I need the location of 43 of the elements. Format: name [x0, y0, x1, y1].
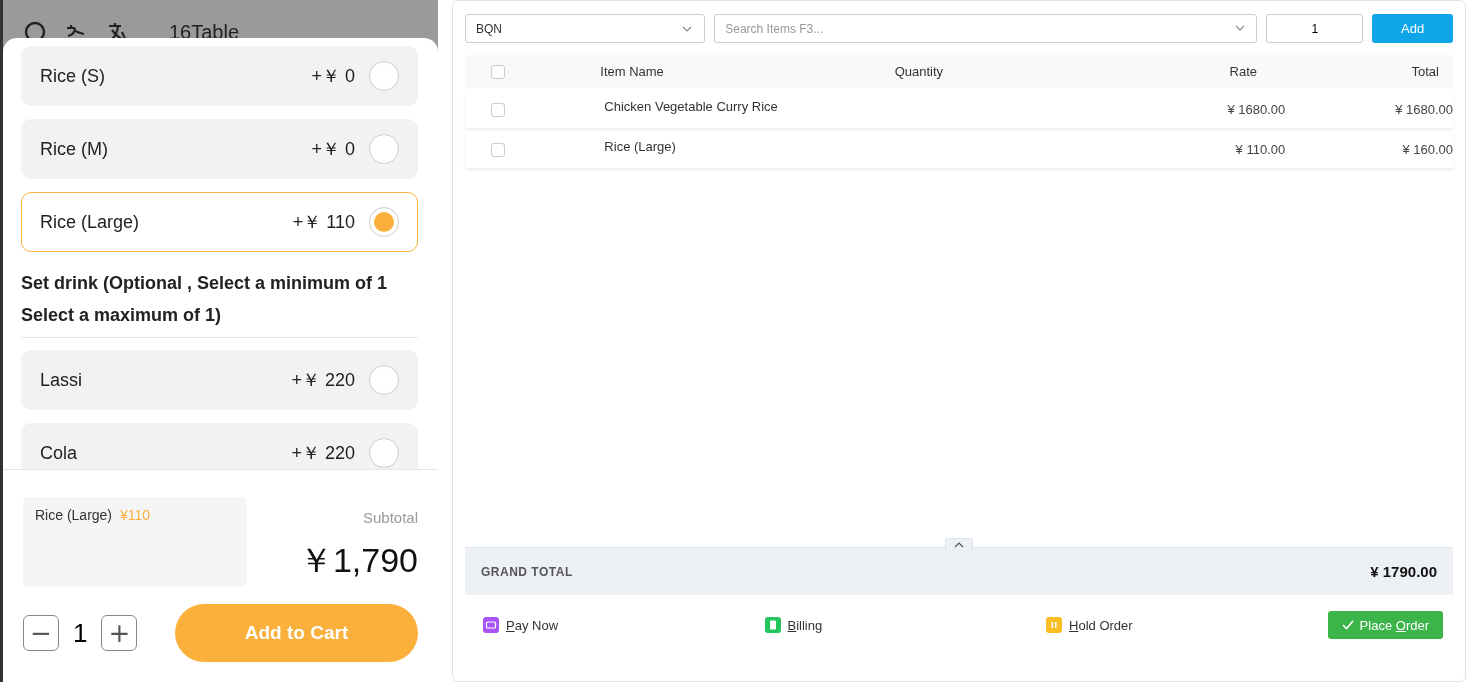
- action-icon: [764, 617, 781, 633]
- action-icon: [483, 617, 499, 633]
- action-link[interactable]: Billing: [787, 617, 823, 633]
- item-name: Chicken Vegetable Curry Rice: [603, 99, 779, 114]
- search-icon[interactable]: [23, 20, 47, 38]
- collapse-button[interactable]: [945, 538, 973, 551]
- chevron-icon: [682, 25, 693, 32]
- grand-total-label: GRAND TOTAL: [481, 564, 573, 579]
- column-header: Quantity: [893, 64, 945, 79]
- grand-total-value: ¥ 1790.00: [1370, 563, 1437, 580]
- option-item[interactable]: Rice (M) +￥ 0: [21, 119, 418, 179]
- option-item[interactable]: Cola +￥ 220: [21, 423, 418, 469]
- section-title: Set drink (Optional , Select a minimum of 1 Select a maximum of 1): [21, 272, 389, 327]
- column-header: Item Name: [599, 64, 665, 79]
- rate-cell-text: ¥ 110.00: [1234, 142, 1286, 157]
- customer-select[interactable]: BQN: [465, 14, 706, 43]
- option-item[interactable]: Rice (Large) +￥ 110: [21, 192, 418, 252]
- column-header: Rate: [1228, 64, 1259, 79]
- summary-price: ¥110: [120, 507, 151, 523]
- quantity-value: 1: [73, 617, 88, 649]
- increase-button[interactable]: +: [101, 615, 138, 651]
- action-icon: [1046, 617, 1063, 633]
- rate-cell-text: ¥ 1680.00: [1226, 102, 1286, 117]
- item-name: Rice (Large): [603, 139, 677, 154]
- option-item[interactable]: Lassi +￥ 220: [21, 350, 418, 410]
- action-link[interactable]: Pay Now: [506, 617, 559, 633]
- action-link[interactable]: Hold Order: [1069, 617, 1133, 633]
- row-checkbox[interactable]: [490, 142, 505, 157]
- quantity-field[interactable]: 1: [1266, 14, 1364, 43]
- total-cell-text: ¥ 160.00: [1401, 142, 1453, 157]
- total-cell-text: ¥ 1680.00: [1394, 102, 1453, 117]
- caret-icon: [954, 542, 964, 548]
- chevron-icon: [1235, 25, 1246, 31]
- row-checkbox[interactable]: [490, 102, 505, 117]
- search-field[interactable]: Search Items F3...: [714, 14, 1258, 43]
- select-all-checkbox[interactable]: [490, 64, 505, 79]
- subtotal-value: ￥1,790: [298, 540, 418, 581]
- decrease-button[interactable]: −: [23, 615, 59, 651]
- summary-item: Rice (Large): [35, 507, 113, 523]
- subtotal-label: Subtotal: [362, 509, 418, 526]
- check-icon: [1341, 620, 1354, 630]
- option-item[interactable]: Rice (S) +￥ 0: [21, 46, 418, 106]
- column-header: Total: [1410, 64, 1440, 79]
